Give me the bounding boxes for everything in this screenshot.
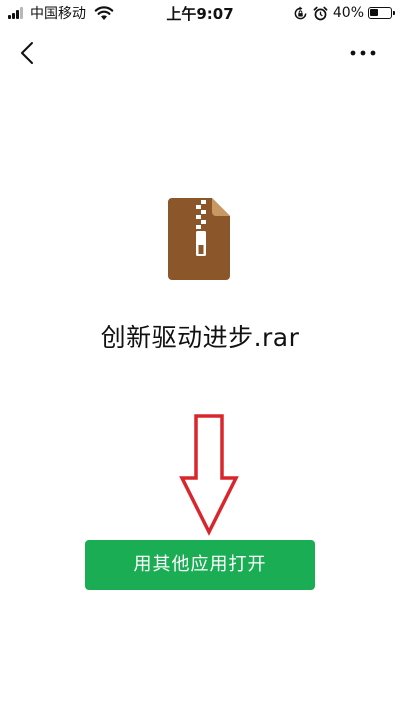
chevron-left-icon [21,42,33,64]
alarm-icon [313,6,328,20]
battery-icon [368,7,395,19]
battery-fill [370,9,378,16]
file-name: 创新驱动进步.rar [100,323,300,352]
screen: 中国移动 上午9:07 40% 创新驱动进步.rar 用其他应用打开 [0,0,400,710]
battery-percent: 40% [332,5,364,21]
archive-file-icon [168,198,230,280]
status-bar: 中国移动 上午9:07 40% [0,0,400,26]
status-time: 上午9:07 [166,5,234,23]
status-right: 40% [293,3,395,23]
back-button[interactable] [12,38,42,68]
more-dots-icon [350,50,376,56]
red-down-arrow-icon [179,414,239,536]
rotation-lock-icon [294,5,307,19]
open-with-other-app-button[interactable]: 用其他应用打开 [85,540,315,590]
more-button[interactable] [348,38,378,68]
